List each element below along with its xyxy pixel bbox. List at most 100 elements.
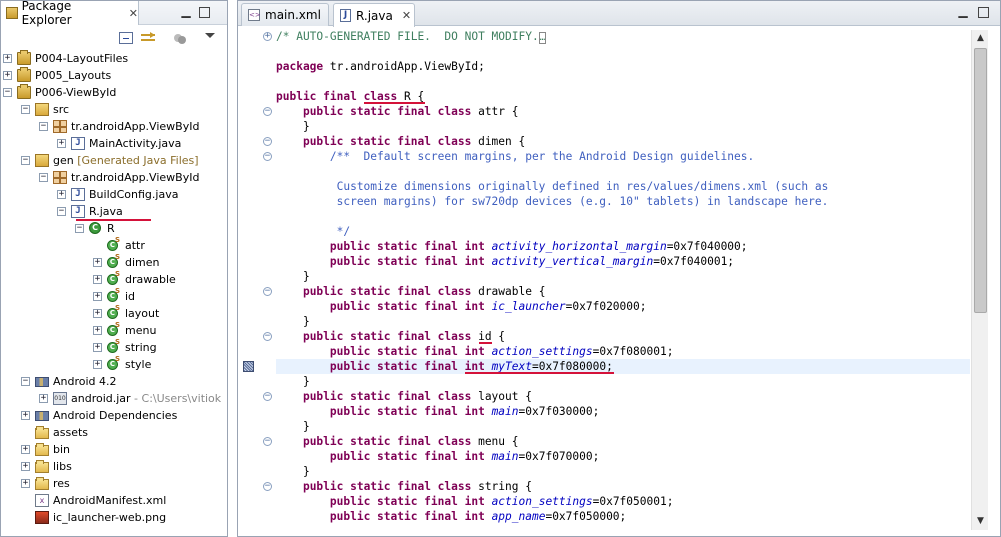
tree-item-menu[interactable]: + Cmenu bbox=[1, 321, 227, 339]
code-line[interactable]: public static final int activity_horizon… bbox=[276, 239, 748, 254]
code-line[interactable]: } bbox=[276, 464, 310, 479]
collapse-icon[interactable]: − bbox=[57, 207, 66, 216]
expand-icon[interactable]: + bbox=[93, 326, 102, 335]
code-line[interactable]: public static final int main=0x7f070000; bbox=[276, 449, 599, 464]
expand-icon[interactable]: + bbox=[57, 190, 66, 199]
collapse-fold-icon[interactable]: − bbox=[263, 482, 272, 491]
collapse-fold-icon[interactable]: − bbox=[263, 332, 272, 341]
collapse-fold-icon[interactable]: − bbox=[263, 152, 272, 161]
tree-item-id[interactable]: + Cid bbox=[1, 287, 227, 305]
code-line[interactable]: public static final class string { bbox=[276, 479, 532, 494]
code-line[interactable]: public static final class attr { bbox=[276, 104, 519, 119]
collapse-icon[interactable]: − bbox=[21, 377, 30, 386]
expand-icon[interactable]: + bbox=[3, 54, 12, 63]
expand-icon[interactable]: + bbox=[21, 411, 30, 420]
tree-item-android-dependencies[interactable]: + Android Dependencies bbox=[1, 407, 227, 424]
code-line[interactable]: screen margins) for sw720dp devices (e.g… bbox=[276, 194, 829, 209]
expand-icon[interactable]: + bbox=[21, 479, 30, 488]
collapse-icon[interactable]: − bbox=[3, 88, 12, 97]
code-line[interactable]: */ bbox=[276, 224, 350, 239]
tab-main-xml[interactable]: <> main.xml bbox=[241, 3, 329, 26]
code-line[interactable]: public static final int action_settings=… bbox=[276, 344, 674, 359]
code-line[interactable]: } bbox=[276, 119, 310, 134]
tree-item-assets[interactable]: assets bbox=[1, 424, 227, 441]
tree-item-android-jar[interactable]: +010 android.jar - C:\Users\vitiok bbox=[1, 390, 227, 407]
code-line[interactable]: public static final class dimen { bbox=[276, 134, 525, 149]
code-line[interactable]: public static final class id { bbox=[276, 329, 505, 344]
code-editor[interactable]: /* AUTO-GENERATED FILE. DO NOT MODIFY.… p… bbox=[238, 26, 970, 536]
collapse-icon[interactable]: − bbox=[21, 105, 30, 114]
tree-item-mainactivity-java[interactable]: + J MainActivity.java bbox=[1, 135, 227, 152]
tree-item-string[interactable]: + Cstring bbox=[1, 338, 227, 356]
code-line[interactable]: public static final int activity_vertica… bbox=[276, 254, 734, 269]
tree-item-r-java[interactable]: − J R.java bbox=[1, 203, 227, 220]
view-menu-icon[interactable] bbox=[205, 33, 215, 38]
close-icon[interactable]: ✕ bbox=[129, 7, 138, 20]
code-line[interactable]: } bbox=[276, 269, 310, 284]
tree-item-p006-viewbyid[interactable]: − P006-ViewById bbox=[1, 84, 227, 101]
tree-item-dimen[interactable]: + Cdimen bbox=[1, 253, 227, 271]
expand-icon[interactable]: + bbox=[57, 139, 66, 148]
expand-icon[interactable]: + bbox=[93, 360, 102, 369]
expand-icon[interactable]: + bbox=[21, 445, 30, 454]
code-line[interactable]: } bbox=[276, 314, 310, 329]
tree-item-attr[interactable]: Cattr bbox=[1, 236, 227, 254]
code-line[interactable]: public static final int action_settings=… bbox=[276, 494, 674, 509]
code-line[interactable]: package tr.androidApp.ViewById; bbox=[276, 59, 485, 74]
collapse-fold-icon[interactable]: − bbox=[263, 287, 272, 296]
expand-icon[interactable]: + bbox=[93, 343, 102, 352]
collapse-icon[interactable]: − bbox=[39, 122, 48, 131]
expand-icon[interactable]: + bbox=[21, 462, 30, 471]
tree-item-libs[interactable]: + libs bbox=[1, 458, 227, 475]
occurrence-marker-icon[interactable] bbox=[243, 361, 254, 372]
minimize-editor-button[interactable]: ▁ bbox=[956, 5, 970, 19]
tree-item-layout[interactable]: + Clayout bbox=[1, 304, 227, 322]
expand-icon[interactable]: + bbox=[93, 292, 102, 301]
code-line[interactable]: /* AUTO-GENERATED FILE. DO NOT MODIFY.… bbox=[276, 29, 547, 44]
expand-icon[interactable]: + bbox=[93, 309, 102, 318]
focus-on-task-icon[interactable] bbox=[172, 32, 186, 44]
tree-item-drawable[interactable]: + Cdrawable bbox=[1, 270, 227, 288]
vertical-scrollbar[interactable]: ▲ ▼ bbox=[971, 30, 988, 530]
maximize-view-button[interactable] bbox=[199, 7, 210, 18]
maximize-editor-button[interactable] bbox=[978, 7, 989, 18]
code-line[interactable]: public static final class drawable { bbox=[276, 284, 545, 299]
tree-item-p005-layouts[interactable]: + P005_Layouts bbox=[1, 67, 227, 84]
scroll-down-icon[interactable]: ▼ bbox=[972, 513, 989, 530]
scroll-up-icon[interactable]: ▲ bbox=[972, 30, 989, 47]
tree-item-style[interactable]: + Cstyle bbox=[1, 355, 227, 373]
code-line[interactable]: public static final class layout { bbox=[276, 389, 532, 404]
minimize-view-button[interactable]: ▁ bbox=[179, 5, 193, 19]
tree-item-tr-androidapp-viewbyid[interactable]: − tr.androidApp.ViewById bbox=[1, 169, 227, 186]
code-line[interactable]: } bbox=[276, 419, 310, 434]
tree-item-p004-layoutfiles[interactable]: + P004-LayoutFiles bbox=[1, 50, 227, 67]
expand-icon[interactable]: + bbox=[93, 275, 102, 284]
tree-item-androidmanifest-xml[interactable]: x AndroidManifest.xml bbox=[1, 492, 227, 509]
collapse-icon[interactable]: − bbox=[39, 173, 48, 182]
collapse-all-icon[interactable] bbox=[119, 32, 133, 44]
tree-item-gen[interactable]: − gen [Generated Java Files] bbox=[1, 152, 227, 169]
link-with-editor-icon[interactable] bbox=[141, 32, 155, 44]
close-icon[interactable]: ✕ bbox=[402, 9, 411, 22]
collapse-fold-icon[interactable]: − bbox=[263, 107, 272, 116]
package-explorer-tab[interactable]: Package Explorer ✕ bbox=[1, 1, 139, 27]
expand-icon[interactable]: + bbox=[93, 258, 102, 267]
collapse-fold-icon[interactable]: − bbox=[263, 437, 272, 446]
expand-fold-icon[interactable]: + bbox=[263, 32, 272, 41]
code-line[interactable]: public static final int ic_launcher=0x7f… bbox=[276, 299, 647, 314]
code-line[interactable]: public static final int main=0x7f030000; bbox=[276, 404, 599, 419]
code-line[interactable]: public static final int app_name=0x7f050… bbox=[276, 509, 626, 524]
tree-item-r[interactable]: − C R bbox=[1, 220, 227, 237]
tree-item-res[interactable]: + res bbox=[1, 475, 227, 492]
collapse-fold-icon[interactable]: − bbox=[263, 392, 272, 401]
scrollbar-thumb[interactable] bbox=[974, 48, 987, 313]
tree-item-bin[interactable]: + bin bbox=[1, 441, 227, 458]
tree-item-src[interactable]: − src bbox=[1, 101, 227, 118]
collapse-icon[interactable]: − bbox=[21, 156, 30, 165]
code-line[interactable]: Customize dimensions originally defined … bbox=[276, 179, 829, 194]
code-line[interactable]: public static final class menu { bbox=[276, 434, 519, 449]
tree-item-tr-androidapp-viewbyid[interactable]: − tr.androidApp.ViewById bbox=[1, 118, 227, 135]
code-line[interactable]: } bbox=[276, 374, 310, 389]
expand-icon[interactable]: + bbox=[3, 71, 12, 80]
tree-item-buildconfig-java[interactable]: + J BuildConfig.java bbox=[1, 186, 227, 203]
